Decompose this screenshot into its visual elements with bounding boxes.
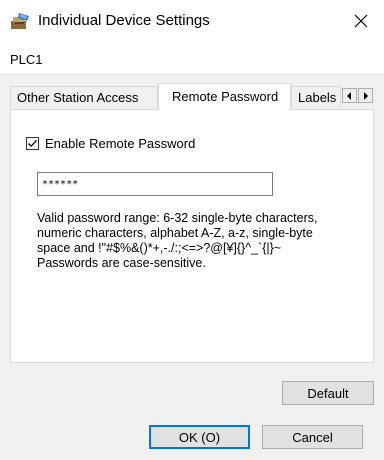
tab-labels[interactable]: Labels [291, 86, 341, 108]
description-line: space and !"#$%&()*+,-./:;<=>?@[¥]{}^_`{… [37, 241, 282, 255]
description-line: Valid password range: 6-32 single-byte c… [37, 211, 318, 225]
chevron-left-icon [346, 88, 353, 103]
device-settings-icon [10, 12, 30, 30]
checkmark-icon [28, 139, 37, 148]
enable-remote-password-label: Enable Remote Password [45, 136, 196, 151]
device-name-label: PLC1 [10, 52, 43, 67]
ok-button[interactable]: OK (O) [149, 425, 250, 449]
close-button[interactable] [338, 0, 384, 44]
tab-other-station-access[interactable]: Other Station Access [10, 86, 158, 108]
default-button[interactable]: Default [282, 381, 374, 405]
remote-password-input[interactable] [37, 172, 273, 196]
enable-remote-password-checkbox[interactable]: Enable Remote Password [26, 136, 195, 151]
cancel-button[interactable]: Cancel [262, 425, 363, 449]
password-rules-description: Valid password range: 6-32 single-byte c… [37, 211, 367, 271]
description-line: Passwords are case-sensitive. [37, 256, 206, 270]
window-title: Individual Device Settings [38, 12, 210, 29]
tab-remote-password[interactable]: Remote Password [158, 83, 291, 110]
tab-scroll-left-button[interactable] [342, 88, 357, 103]
checkbox-box[interactable] [26, 137, 39, 150]
chevron-right-icon [362, 88, 369, 103]
title-bar: Individual Device Settings [0, 0, 384, 44]
close-icon [354, 14, 368, 31]
tab-scroll-right-button[interactable] [358, 88, 373, 103]
description-line: numeric characters, alphabet A-Z, a-z, s… [37, 226, 313, 240]
